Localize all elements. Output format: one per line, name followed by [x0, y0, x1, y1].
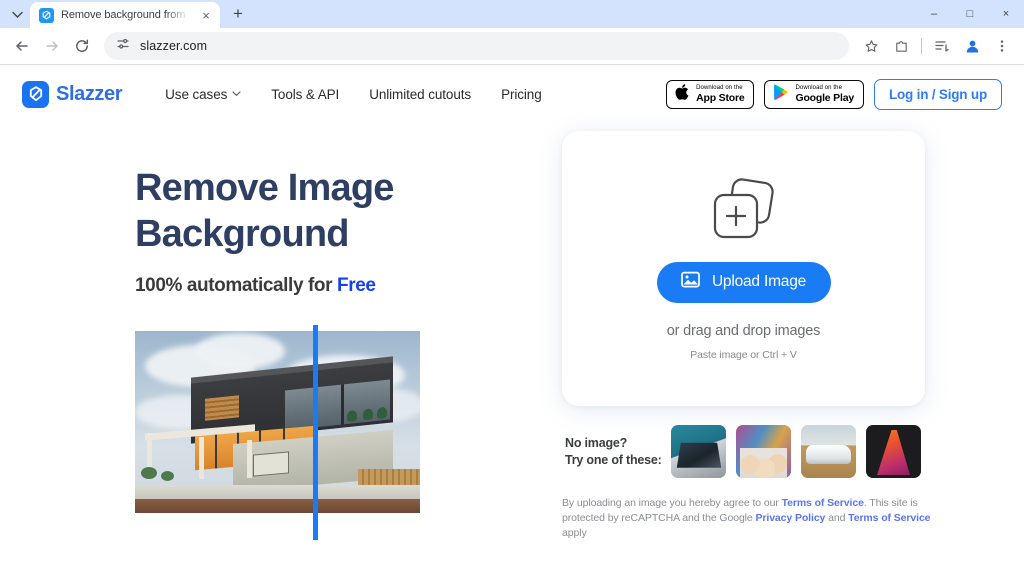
upload-image-label: Upload Image	[711, 273, 807, 290]
google-play-label: Download on the Google Play	[795, 85, 854, 104]
hero-subtitle-prefix: 100% automatically for	[135, 275, 337, 296]
puzzle-icon[interactable]	[887, 32, 915, 60]
profile-avatar-icon[interactable]	[958, 32, 986, 60]
main-nav: Use cases Tools & API Unlimited cutouts …	[165, 87, 542, 102]
sample-label-line1: No image?	[565, 435, 628, 450]
nav-label: Tools & API	[271, 86, 340, 102]
sample-images-row: No image? Try one of these:	[562, 425, 932, 478]
shrub	[161, 471, 174, 481]
google-play-button[interactable]: Download on the Google Play	[764, 79, 864, 109]
sample-label-line2: Try one of these:	[565, 452, 662, 467]
nav-label: Use cases	[165, 86, 228, 102]
dirt-strip	[135, 499, 420, 513]
google-play-small: Download on the	[795, 85, 843, 91]
browser-window: Remove background from imag × + – □ × sl…	[0, 0, 1024, 579]
reading-list-icon[interactable]	[928, 32, 956, 60]
image-stack-plus-icon	[708, 177, 780, 248]
brand-logo[interactable]: Slazzer	[22, 80, 123, 108]
brand-name: Slazzer	[56, 82, 123, 105]
apple-icon	[675, 83, 690, 106]
terms-of-service-link-1[interactable]: Terms of Service	[782, 497, 864, 509]
shrub	[141, 467, 157, 479]
lower-window	[253, 451, 289, 477]
legal-disclaimer: By uploading an image you hereby agree t…	[562, 496, 932, 541]
app-store-small: Download on the	[696, 85, 743, 91]
site-header: Slazzer Use cases Tools & API Unlimited …	[0, 65, 1024, 123]
login-signup-button[interactable]: Log in / Sign up	[873, 78, 1002, 110]
hero-title-line2: Background	[135, 213, 350, 255]
hero-section: Remove Image Background 100% automatical…	[0, 123, 1024, 541]
chevron-down-icon	[232, 89, 241, 99]
sample-thumbnails	[671, 425, 921, 478]
upload-image-button[interactable]: Upload Image	[656, 261, 831, 303]
before-after-slider-handle[interactable]	[313, 325, 318, 540]
orange-dress-sample[interactable]	[866, 425, 921, 478]
google-play-icon	[773, 83, 789, 106]
nav-item-tools-api[interactable]: Tools & API	[271, 87, 339, 102]
nav-label: Unlimited cutouts	[369, 86, 472, 102]
cloud	[195, 333, 285, 369]
hero-right-column: Upload Image or drag and drop images Pas…	[562, 123, 932, 541]
address-bar[interactable]: slazzer.com	[104, 32, 849, 60]
browser-title-bar: Remove background from imag × + – □ ×	[0, 0, 1024, 28]
terms-of-service-link-2[interactable]: Terms of Service	[848, 512, 930, 524]
nav-label: Pricing	[501, 86, 542, 102]
legal-part1: By uploading an image you hereby agree t…	[562, 497, 782, 509]
browser-toolbar: slazzer.com	[0, 28, 1024, 64]
toolbar-divider	[921, 38, 922, 54]
minimize-button[interactable]: –	[916, 0, 952, 28]
wood-slats	[205, 395, 239, 421]
house-illustration	[135, 325, 420, 540]
reload-button[interactable]	[68, 32, 96, 60]
star-icon[interactable]	[857, 32, 885, 60]
nav-item-pricing[interactable]: Pricing	[501, 87, 542, 102]
legal-part4: apply	[562, 527, 587, 539]
app-store-button[interactable]: Download on the App Store	[666, 79, 755, 109]
upload-dropzone[interactable]: Upload Image or drag and drop images Pas…	[562, 131, 925, 406]
site-settings-icon[interactable]	[116, 37, 130, 56]
close-window-button[interactable]: ×	[988, 0, 1024, 28]
sample-images-label: No image? Try one of these:	[565, 435, 671, 469]
legal-part3: and	[825, 512, 849, 524]
drag-drop-text: or drag and drop images	[666, 322, 821, 339]
paste-hint-text: Paste image or Ctrl + V	[690, 348, 797, 361]
window-controls: – □ ×	[916, 0, 1024, 28]
header-actions: Download on the App Store Download on th…	[666, 78, 1002, 110]
white-car-sample[interactable]	[801, 425, 856, 478]
laptop-sample[interactable]	[671, 425, 726, 478]
app-store-big: App Store	[696, 91, 745, 104]
pergola-post	[247, 440, 252, 478]
hero-preview-image[interactable]	[135, 325, 420, 540]
tab-search-button[interactable]	[4, 1, 30, 27]
tab-title: Remove background from imag	[61, 9, 191, 21]
slazzer-favicon	[39, 7, 54, 23]
web-page: Slazzer Use cases Tools & API Unlimited …	[0, 65, 1024, 579]
privacy-policy-link[interactable]: Privacy Policy	[755, 512, 825, 524]
hero-left-column: Remove Image Background 100% automatical…	[22, 123, 522, 541]
back-button[interactable]	[8, 32, 36, 60]
forward-button[interactable]	[38, 32, 66, 60]
browser-tab[interactable]: Remove background from imag ×	[30, 2, 220, 28]
address-bar-url: slazzer.com	[140, 39, 208, 53]
new-tab-button[interactable]: +	[225, 1, 251, 27]
page-title: Remove Image Background	[135, 165, 522, 257]
tab-close-button[interactable]: ×	[198, 7, 214, 23]
removed-background-area	[135, 513, 420, 540]
hero-subtitle-accent: Free	[337, 275, 376, 296]
nav-item-use-cases[interactable]: Use cases	[165, 87, 241, 102]
slazzer-logo-icon	[22, 80, 49, 108]
maximize-button[interactable]: □	[952, 0, 988, 28]
pergola-post	[199, 437, 204, 479]
three-dots-icon[interactable]	[988, 32, 1016, 60]
hero-title-line1: Remove Image	[135, 167, 394, 209]
app-store-label: Download on the App Store	[696, 85, 745, 104]
hero-subtitle: 100% automatically for Free	[135, 275, 522, 297]
nav-item-unlimited-cutouts[interactable]: Unlimited cutouts	[369, 87, 471, 102]
image-icon	[681, 271, 700, 293]
google-play-big: Google Play	[795, 91, 854, 104]
girls-selfie-sample[interactable]	[736, 425, 791, 478]
